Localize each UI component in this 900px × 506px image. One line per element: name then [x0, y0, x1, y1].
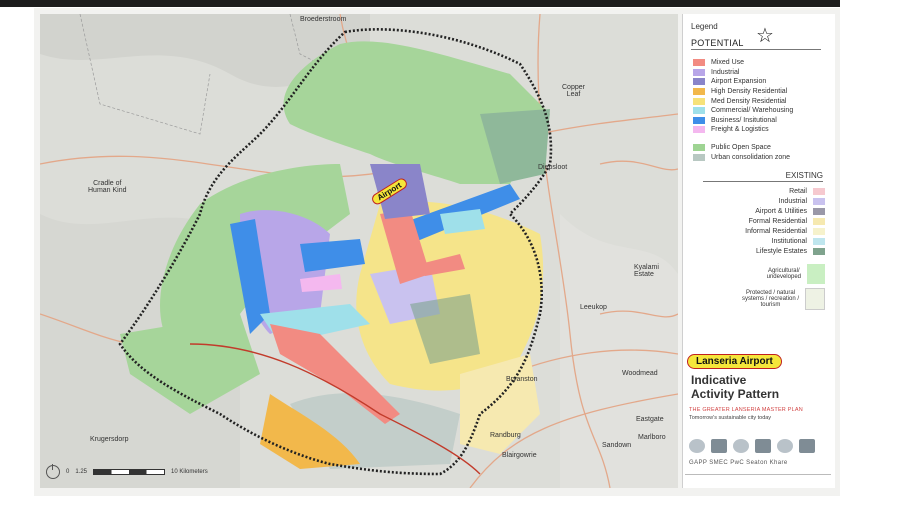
- legend-label: Freight & Logistics: [711, 126, 769, 134]
- swatch: [813, 247, 825, 255]
- place-bryanston: Bryanston: [506, 376, 538, 383]
- scale-end: 10 Kilometers: [171, 469, 208, 475]
- place-krugersdorp: Krugersdorp: [90, 436, 129, 443]
- swatch: [813, 227, 825, 235]
- smec-logo-icon: [711, 439, 727, 453]
- legend-item: Airport Expansion: [693, 77, 793, 87]
- legend-label: Lifestyle Estates: [756, 247, 807, 255]
- legend-item: Institutional: [693, 236, 825, 246]
- place-diepsloot: Diepsloot: [538, 164, 568, 171]
- swatch: [693, 126, 705, 134]
- existing-heading: EXISTING: [703, 171, 823, 182]
- star-icon: ☆: [756, 25, 774, 47]
- legend-label: Business/ Insitutional: [711, 116, 777, 124]
- place-blairgowrie: Blairgowrie: [502, 452, 537, 459]
- legend-item: Public Open Space: [693, 143, 793, 153]
- power-icon[interactable]: [46, 464, 60, 479]
- partner-names: GAPP SMEC PwC Seaton Khare: [689, 460, 788, 466]
- scale-ruler: [93, 469, 166, 475]
- legend-label: Retail: [789, 187, 807, 195]
- swatch: [693, 88, 705, 96]
- swatch: [813, 187, 825, 195]
- legend-label: Industrial: [778, 197, 807, 205]
- legend-label: Public Open Space: [711, 144, 771, 152]
- legend-item: Informal Residential: [693, 226, 825, 236]
- legend-item: Protected / natural systems / recreation…: [693, 288, 825, 310]
- legend-label: Med Density Residential: [711, 97, 787, 105]
- legend-item: Freight & Logistics: [693, 125, 793, 135]
- dbsa-logo-icon: [755, 439, 771, 453]
- swatch: [693, 107, 705, 115]
- legend-label: High Density Residential: [711, 88, 788, 96]
- place-sandown: Sandown: [602, 442, 632, 449]
- legend-item: Retail: [693, 186, 825, 196]
- scale-bar: 0 1.25 10 Kilometers: [46, 462, 256, 482]
- swatch: [693, 78, 705, 86]
- pwc-logo-icon: [733, 439, 749, 453]
- legend-item: Commercial/ Warehousing: [693, 106, 793, 116]
- swatch: [805, 288, 825, 310]
- swatch: [693, 153, 705, 161]
- legend-item: Formal Residential: [693, 216, 825, 226]
- potential-list: Mixed Use Industrial Airport Expansion H…: [693, 58, 793, 162]
- legend-label: Airport Expansion: [711, 78, 767, 86]
- swatch: [693, 68, 705, 76]
- legend-label: Protected / natural systems / recreation…: [741, 290, 799, 308]
- swatch: [813, 197, 825, 205]
- legend-item: High Density Residential: [693, 87, 793, 97]
- legend-label: Urban consolidation zone: [711, 153, 790, 161]
- legend-label: Airport & Utilities: [755, 207, 807, 215]
- place-eastgate: Eastgate: [636, 416, 664, 423]
- swatch: [813, 237, 825, 245]
- legend-item: Business/ Insitutional: [693, 116, 793, 126]
- legend-item: Lifestyle Estates: [693, 246, 825, 256]
- place-kyalami: Kyalami Estate: [634, 264, 659, 279]
- top-bar: [0, 0, 840, 7]
- legend-item: Agricultural/ undeveloped: [693, 264, 825, 284]
- swatch: [693, 59, 705, 67]
- lanseria-airport-label: Lanseria Airport: [687, 354, 782, 369]
- legend-item: Mixed Use: [693, 58, 793, 68]
- place-cradle-of-human-kind: Cradle of Human Kind: [88, 180, 127, 195]
- legend-panel: Legend POTENTIAL ☆ Mixed Use Industrial …: [682, 14, 835, 488]
- map-panel[interactable]: Broederstroom Copper Leaf Cradle of Huma…: [40, 14, 678, 488]
- legend-label: Commercial/ Warehousing: [711, 107, 794, 115]
- gapp-logo-icon: [689, 439, 705, 453]
- bottom-caption-strip: [34, 497, 434, 506]
- government-logo-icon: [799, 439, 815, 453]
- legend-title: Legend: [691, 22, 718, 31]
- legend-label: Institutional: [771, 237, 807, 245]
- legend-item: Industrial: [693, 196, 825, 206]
- legend-item: Med Density Residential: [693, 96, 793, 106]
- legend-item: Urban consolidation zone: [693, 152, 793, 162]
- legend-label: Mixed Use: [711, 59, 745, 67]
- place-copper-leaf: Copper Leaf: [562, 84, 585, 99]
- legend-label: Formal Residential: [748, 217, 807, 225]
- fineprint-divider: [685, 474, 831, 483]
- tagline: Tomorrow's sustainable city today: [689, 415, 772, 421]
- existing-list: Retail Industrial Airport & Utilities Fo…: [693, 186, 825, 310]
- map-title: Indicative Activity Pattern: [691, 373, 780, 401]
- plan-name: THE GREATER LANSERIA MASTER PLAN: [689, 407, 803, 413]
- legend-label: Agricultural/ undeveloped: [766, 268, 801, 280]
- scale-start: 0: [66, 469, 70, 475]
- swatch: [693, 144, 705, 152]
- place-marlboro: Marlboro: [638, 434, 666, 441]
- legend-item: Airport & Utilities: [693, 206, 825, 216]
- swatch: [807, 264, 825, 284]
- place-randburg: Randburg: [490, 432, 521, 439]
- legend-label: Informal Residential: [745, 227, 807, 235]
- swatch: [813, 217, 825, 225]
- swatch: [693, 97, 705, 105]
- swatch: [693, 116, 705, 124]
- legend-label: Industrial: [711, 68, 740, 76]
- partner-logos: [689, 439, 815, 453]
- coat-of-arms-icon: [777, 439, 793, 453]
- place-broederstroom: Broederstroom: [300, 16, 347, 23]
- swatch: [813, 207, 825, 215]
- place-leeukop: Leeukop: [580, 304, 607, 311]
- scale-mid: 1.25: [75, 469, 88, 475]
- place-woodmead: Woodmead: [622, 370, 658, 377]
- legend-item: Industrial: [693, 68, 793, 78]
